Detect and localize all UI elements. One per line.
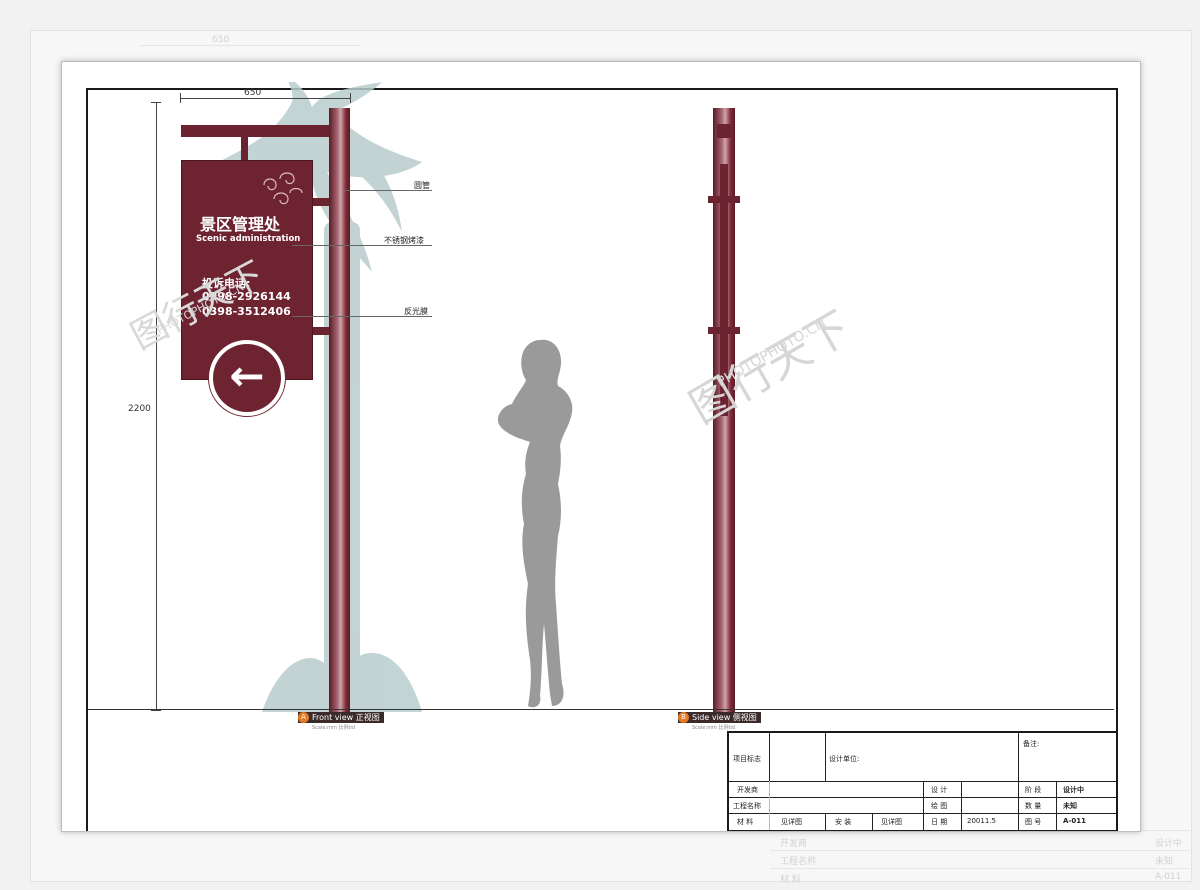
side-view-label: B Side view 侧视图 <box>678 712 761 723</box>
bracket-lower <box>311 327 330 335</box>
background-drawing-no: A-011 <box>1155 872 1182 882</box>
width-dimension-line <box>180 98 350 99</box>
top-crossbar <box>181 125 331 137</box>
tb-qty-label: 数 量 <box>1025 802 1042 810</box>
background-dimension-line <box>140 45 360 46</box>
front-view-label: A Front view 正视图 <box>298 712 384 723</box>
background-developer: 开发商 <box>780 839 808 849</box>
front-view-scale: Scale:mm 比例tid <box>312 725 355 731</box>
height-dimension-tick <box>151 102 161 103</box>
side-view-scale: Scale:mm 比例tid <box>692 725 735 731</box>
ground-line <box>87 709 1114 710</box>
background-title-block-line <box>770 850 1190 851</box>
tb-project-name: 工程名称 <box>733 802 761 810</box>
tb-project-mark: 项目标志 <box>733 755 761 763</box>
sign-title-cn: 景区管理处 <box>200 215 281 234</box>
side-view-badge: B <box>678 712 689 723</box>
tb-design-label: 设 计 <box>931 786 948 794</box>
side-bracket-lower <box>708 327 740 334</box>
title-block: 项目标志 设计单位: 备注: 开发商 工程名称 材 料 见详图 安 装 见详图 … <box>727 731 1116 831</box>
width-dimension-tick <box>180 93 181 103</box>
sign-title-en: Scenic administration <box>196 234 301 244</box>
background-qty-value: 未知 <box>1155 857 1174 867</box>
height-dimension-tick <box>151 710 161 711</box>
side-view-text: Side view 侧视图 <box>692 713 757 722</box>
tb-qty-value: 未知 <box>1063 802 1077 810</box>
width-dimension-label: 650 <box>244 88 262 98</box>
sign-hanger <box>241 137 248 161</box>
callout-pipe: 圆管 <box>414 181 430 190</box>
side-crossbar-end <box>717 124 731 138</box>
tb-drawing-label: 绘 图 <box>931 802 948 810</box>
background-title-block-line <box>770 868 1190 869</box>
tb-remarks: 备注: <box>1023 740 1040 748</box>
callout-film: 反光膜 <box>404 307 428 316</box>
width-dimension-tick <box>350 93 351 103</box>
callout-paint: 不锈钢烤漆 <box>384 236 424 245</box>
height-dimension-line <box>156 102 157 710</box>
side-bracket-upper <box>708 196 740 203</box>
tb-stage-label: 阶 段 <box>1025 786 1042 794</box>
person-silhouette <box>497 339 573 708</box>
cloud-ornament <box>263 172 303 205</box>
tb-material-value: 见详图 <box>781 818 802 826</box>
tb-material-label: 材 料 <box>737 818 754 826</box>
tb-developer: 开发商 <box>737 786 758 794</box>
left-arrow-icon: ← <box>213 344 281 412</box>
background-dimension-label: 650 <box>212 35 230 45</box>
tb-install-value: 见详图 <box>881 818 902 826</box>
height-dimension-label: 2200 <box>128 404 151 414</box>
tb-install-label: 安 装 <box>835 818 852 826</box>
background-stage-value: 设计中 <box>1155 839 1183 849</box>
background-project-name: 工程名称 <box>780 857 817 867</box>
tb-date-value: 20011.5 <box>967 817 996 825</box>
tb-stage-value: 设计中 <box>1063 786 1084 794</box>
tb-drawing-no-label: 图 号 <box>1025 818 1042 826</box>
front-view-badge: A <box>298 712 309 723</box>
drawing-sheet: 650 2200 景区管理处 Scenic administration 投诉电… <box>61 61 1141 832</box>
background-material: 材 料 <box>780 875 801 885</box>
front-pole <box>329 108 350 712</box>
front-view-text: Front view 正视图 <box>312 713 380 722</box>
tb-design-unit: 设计单位: <box>829 755 860 763</box>
tb-drawing-no-value: A-011 <box>1063 817 1086 825</box>
bracket-upper <box>311 198 330 206</box>
tb-date-label: 日 期 <box>931 818 948 826</box>
